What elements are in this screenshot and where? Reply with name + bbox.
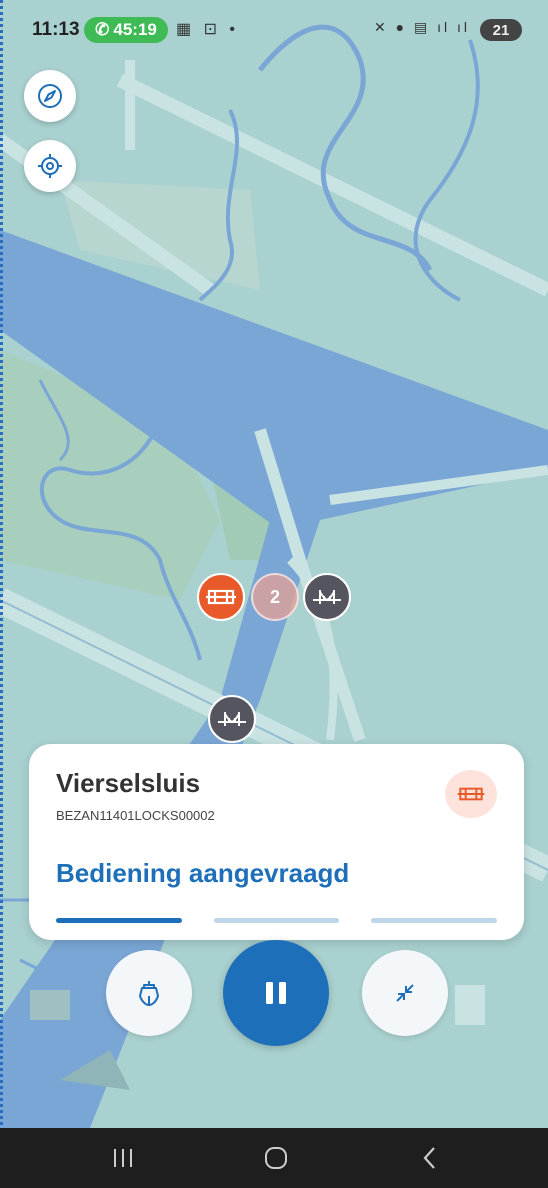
progress-steps bbox=[56, 918, 498, 923]
progress-step bbox=[371, 918, 498, 923]
request-status: Bediening aangevraagd bbox=[56, 858, 350, 888]
home-button[interactable] bbox=[246, 1142, 306, 1174]
notification-icons: ▦ ⊡ • bbox=[176, 21, 240, 38]
locate-button[interactable] bbox=[24, 140, 76, 192]
battery-indicator: 21 bbox=[480, 19, 522, 41]
phone-icon: ✆ bbox=[95, 20, 110, 39]
home-icon bbox=[265, 1147, 287, 1169]
progress-step bbox=[213, 918, 340, 923]
bridge-icon bbox=[313, 590, 341, 604]
cluster-count: 2 bbox=[269, 586, 280, 607]
bridge-marker[interactable] bbox=[303, 573, 351, 621]
left-edge-marker bbox=[0, 0, 3, 1188]
status-bar: 11:13 ✆ 45:19 ▦ ⊡ • ✕ ● ▤ ıl ıl 21 bbox=[0, 0, 548, 62]
lock-type-badge bbox=[445, 770, 497, 818]
signal-icons: ✕ ● ▤ ıl ıl bbox=[374, 19, 470, 35]
pause-icon bbox=[266, 982, 286, 1004]
boat-button[interactable] bbox=[106, 950, 192, 1036]
system-navigation-bar bbox=[0, 1128, 548, 1188]
locate-icon bbox=[38, 154, 62, 178]
bridge-marker[interactable] bbox=[208, 695, 256, 743]
recent-apps-icon bbox=[114, 1149, 132, 1167]
collapse-button[interactable] bbox=[362, 950, 448, 1036]
call-timer: 45:19 bbox=[113, 20, 157, 39]
call-indicator[interactable]: ✆ 45:19 bbox=[84, 17, 168, 43]
compass-button[interactable] bbox=[24, 70, 76, 122]
bridge-icon bbox=[218, 712, 246, 726]
cluster-marker[interactable]: 2 bbox=[251, 573, 299, 621]
back-button[interactable] bbox=[400, 1142, 460, 1174]
lock-name: Vierselsluis bbox=[56, 768, 201, 798]
battery-level: 21 bbox=[492, 21, 510, 39]
pause-button[interactable] bbox=[223, 940, 329, 1046]
collapse-icon bbox=[396, 984, 414, 1002]
lock-code: BEZAN11401LOCKS00002 bbox=[56, 808, 215, 823]
compass-icon bbox=[38, 84, 62, 108]
back-icon bbox=[423, 1147, 435, 1169]
progress-step bbox=[56, 918, 182, 923]
boat-icon bbox=[139, 981, 159, 1006]
clock: 11:13 bbox=[32, 19, 80, 40]
lock-info-card[interactable]: Vierselsluis BEZAN11401LOCKS00002 Bedien… bbox=[29, 744, 524, 940]
lock-marker[interactable] bbox=[197, 573, 245, 621]
lock-icon bbox=[457, 787, 485, 801]
recent-apps-button[interactable] bbox=[93, 1142, 153, 1174]
lock-icon bbox=[206, 589, 236, 605]
